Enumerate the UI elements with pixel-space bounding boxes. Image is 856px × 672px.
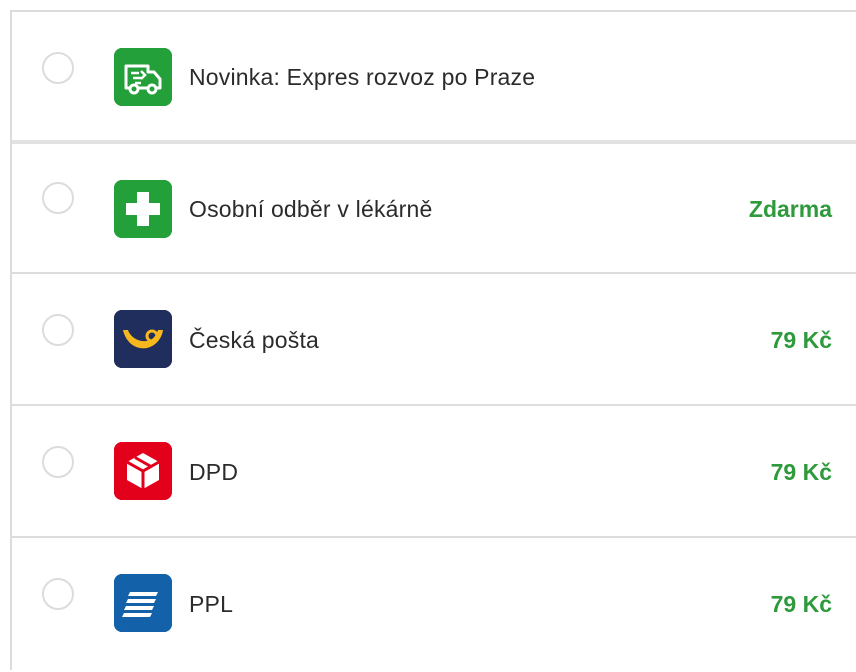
dpd-cube-icon [114, 442, 172, 500]
shipping-option-price: 79 Kč [770, 327, 832, 353]
shipping-option-label: DPD [189, 459, 239, 485]
shipping-option-price: Zdarma [748, 196, 832, 222]
shipping-option-label: PPL [189, 591, 234, 617]
shipping-option-pharmacy-pickup[interactable]: Osobní odběr v lékárně Zdarma [12, 144, 856, 274]
post-horn-icon [114, 310, 172, 368]
radio-button[interactable] [42, 314, 74, 346]
pharmacy-cross-icon [114, 180, 172, 238]
shipping-option-ceska-posta[interactable]: Česká pošta 79 Kč [12, 274, 856, 406]
radio-button[interactable] [42, 578, 74, 610]
shipping-option-label: Česká pošta [189, 327, 320, 353]
radio-button[interactable] [42, 52, 74, 84]
delivery-van-icon [114, 48, 172, 106]
shipping-option-dpd[interactable]: DPD 79 Kč [12, 406, 856, 538]
ppl-stripes-icon [114, 574, 172, 632]
shipping-option-label: Osobní odběr v lékárně [189, 196, 433, 222]
shipping-option-price: 79 Kč [770, 591, 832, 617]
shipping-option-price: 79 Kč [770, 459, 832, 485]
radio-button[interactable] [42, 182, 74, 214]
shipping-option-label: Novinka: Expres rozvoz po Praze [189, 64, 536, 90]
shipping-option-express[interactable]: Novinka: Expres rozvoz po Praze [12, 12, 856, 144]
shipping-option-ppl[interactable]: PPL 79 Kč [12, 538, 856, 672]
shipping-options-panel: Novinka: Expres rozvoz po Praze Osobní o… [10, 10, 856, 670]
radio-button[interactable] [42, 446, 74, 478]
